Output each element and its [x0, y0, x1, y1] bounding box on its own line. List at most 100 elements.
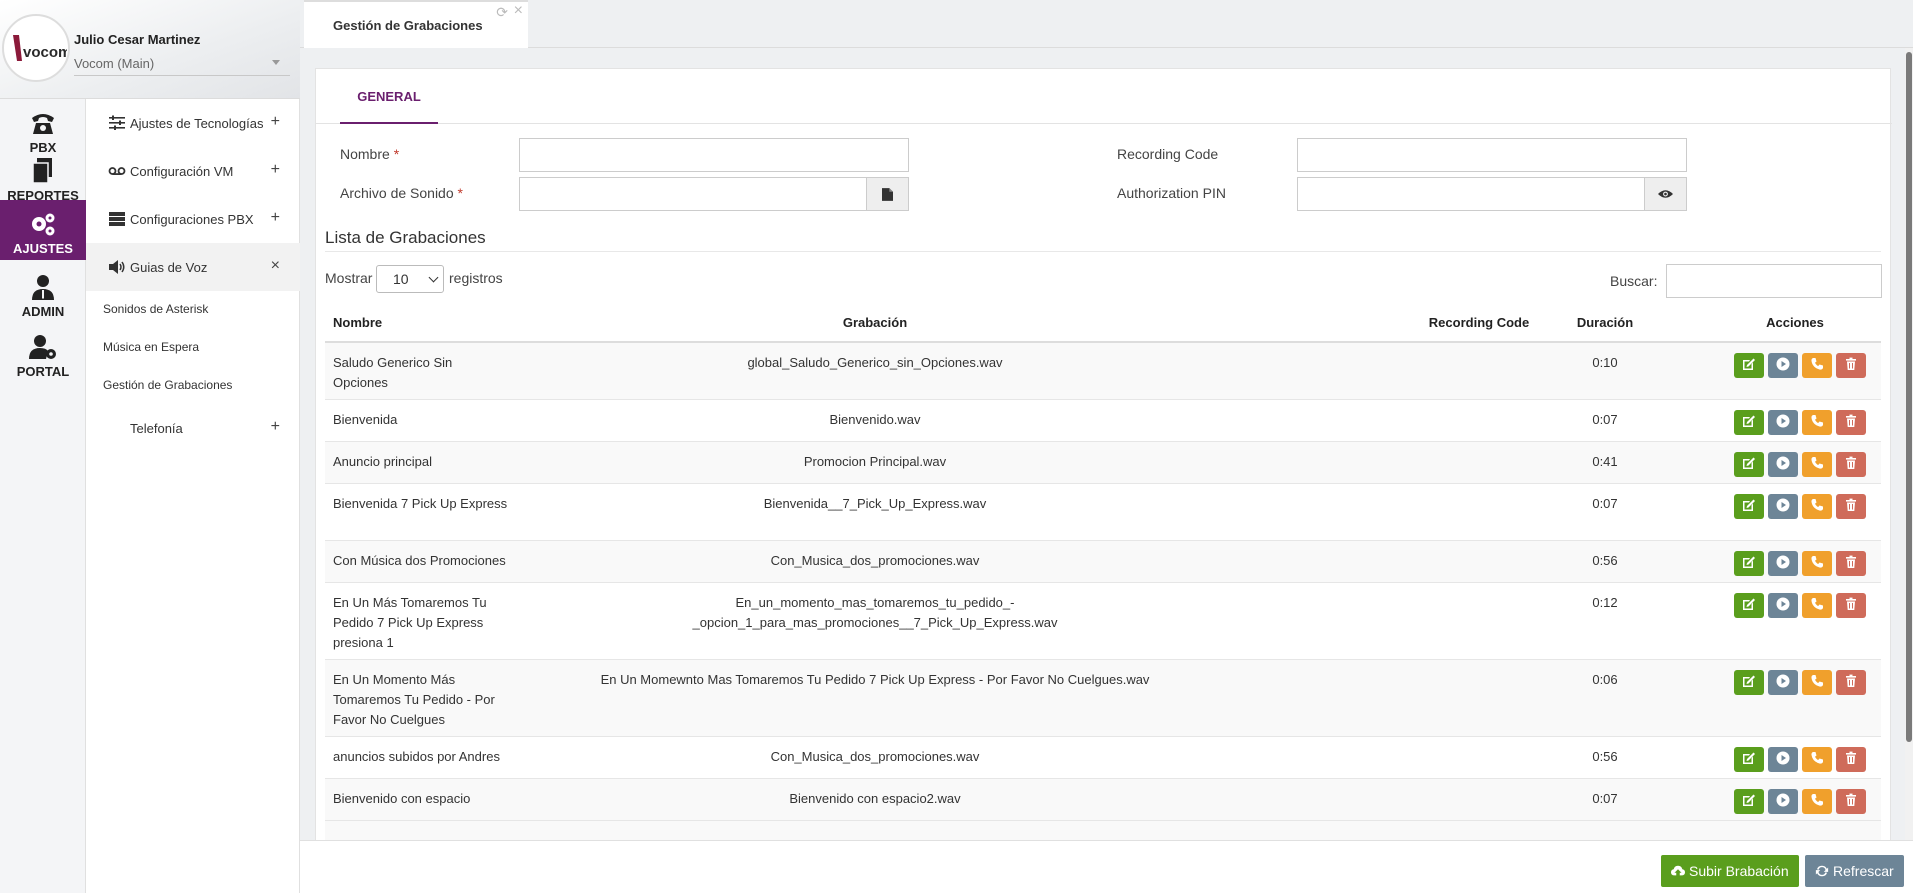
delete-button[interactable]	[1836, 353, 1866, 378]
play-button[interactable]	[1768, 551, 1798, 576]
submenu-item-telefonia[interactable]: Telefonía +	[86, 404, 300, 452]
avatar[interactable]: vocom	[2, 14, 70, 82]
records-label: registros	[449, 270, 503, 286]
submenu-label: Telefonía	[130, 420, 183, 436]
call-button[interactable]	[1802, 593, 1832, 618]
play-button[interactable]	[1768, 747, 1798, 772]
edit-button[interactable]	[1734, 410, 1764, 435]
call-button[interactable]	[1802, 789, 1832, 814]
delete-button[interactable]	[1836, 670, 1866, 695]
delete-button[interactable]	[1836, 593, 1866, 618]
submenu-leaf-sonidos-asterisk[interactable]: Sonidos de Asterisk	[103, 302, 208, 316]
expand-icon[interactable]: +	[271, 209, 280, 227]
edit-button[interactable]	[1734, 494, 1764, 519]
expand-icon[interactable]: +	[271, 418, 280, 436]
call-button[interactable]	[1802, 551, 1832, 576]
upload-recording-button[interactable]: Subir Brabación	[1661, 855, 1799, 887]
submenu-leaf-musica-espera[interactable]: Música en Espera	[103, 340, 199, 354]
archivo-sonido-input[interactable]	[519, 177, 909, 211]
header-duracion[interactable]: Duración	[1545, 305, 1665, 341]
trash-icon	[1844, 751, 1858, 768]
tab-gestion-grabaciones[interactable]: Gestión de Grabaciones ⟳ ×	[304, 0, 528, 48]
nombre-input[interactable]	[519, 138, 909, 172]
edit-button[interactable]	[1734, 789, 1764, 814]
edit-button[interactable]	[1734, 670, 1764, 695]
main-panel: GENERAL Nombre * Archivo de Sonido * Rec…	[315, 68, 1892, 893]
expand-icon[interactable]: +	[271, 161, 280, 179]
play-button[interactable]	[1768, 593, 1798, 618]
cell-nombre: Saludo Generico Sin Opciones	[333, 355, 453, 390]
call-button[interactable]	[1802, 452, 1832, 477]
edit-button[interactable]	[1734, 593, 1764, 618]
play-button[interactable]	[1768, 789, 1798, 814]
cell-duracion: 0:07	[1592, 412, 1618, 427]
edit-icon	[1742, 597, 1756, 614]
edit-button[interactable]	[1734, 551, 1764, 576]
delete-button[interactable]	[1836, 410, 1866, 435]
svg-text:vocom: vocom	[23, 44, 67, 61]
close-icon[interactable]: ×	[514, 2, 523, 20]
expand-icon[interactable]: +	[271, 113, 280, 131]
call-button[interactable]	[1802, 410, 1832, 435]
delete-button[interactable]	[1836, 789, 1866, 814]
play-button[interactable]	[1768, 410, 1798, 435]
submenu-item-guias-de-voz[interactable]: Guias de Voz ×	[86, 243, 300, 291]
cell-grabacion: Bienvenido.wav	[829, 412, 921, 427]
play-button[interactable]	[1768, 494, 1798, 519]
call-button[interactable]	[1802, 353, 1832, 378]
edit-button[interactable]	[1734, 747, 1764, 772]
refresh-button[interactable]: Refrescar	[1805, 855, 1904, 887]
submenu-item-configuracion-vm[interactable]: Configuración VM +	[86, 147, 300, 195]
row-actions	[1734, 593, 1866, 618]
cell-grabacion: Con_Musica_dos_promociones.wav	[770, 749, 980, 764]
header-grabacion[interactable]: Grabación	[585, 305, 1165, 341]
edit-button[interactable]	[1734, 452, 1764, 477]
phone-icon	[1810, 498, 1824, 515]
trash-icon	[1844, 597, 1858, 614]
cell-duracion: 0:56	[1592, 553, 1618, 568]
toggle-pin-visibility-button[interactable]	[1644, 178, 1686, 210]
refresh-icon	[1815, 865, 1829, 877]
refresh-tab-icon[interactable]: ⟳	[496, 4, 508, 21]
tab-title: Gestión de Grabaciones	[333, 18, 483, 33]
play-button[interactable]	[1768, 353, 1798, 378]
delete-button[interactable]	[1836, 452, 1866, 477]
auth-pin-input[interactable]	[1297, 177, 1687, 211]
call-button[interactable]	[1802, 494, 1832, 519]
divider	[325, 251, 1881, 252]
table-row: En Un Más Tomaremos Tu Pedido 7 Pick Up …	[325, 583, 1881, 660]
trash-icon	[1844, 456, 1858, 473]
rail-item-ajustes[interactable]: AJUSTES	[0, 200, 86, 260]
rail-item-portal[interactable]: PORTAL	[0, 323, 86, 396]
header-nombre[interactable]: Nombre	[333, 305, 382, 341]
phone-icon	[1810, 357, 1824, 374]
edit-icon	[1742, 357, 1756, 374]
cell-grabacion: Bienvenido con espacio2.wav	[789, 791, 961, 806]
row-actions	[1734, 410, 1866, 435]
submenu-item-ajustes-tecnologias[interactable]: Ajustes de Tecnologías +	[86, 99, 300, 147]
scrollbar-thumb[interactable]	[1906, 52, 1912, 742]
tab-general[interactable]: GENERAL	[340, 69, 438, 124]
cell-nombre: En Un Más Tomaremos Tu Pedido 7 Pick Up …	[333, 595, 487, 650]
account-select[interactable]: Vocom (Main)	[74, 56, 290, 76]
trash-icon	[1844, 498, 1858, 515]
edit-button[interactable]	[1734, 353, 1764, 378]
chevron-down-icon	[428, 272, 439, 283]
call-button[interactable]	[1802, 670, 1832, 695]
play-button[interactable]	[1768, 452, 1798, 477]
delete-button[interactable]	[1836, 494, 1866, 519]
delete-button[interactable]	[1836, 747, 1866, 772]
submenu-item-configuraciones-pbx[interactable]: Configuraciones PBX +	[86, 195, 300, 243]
sliders-icon	[108, 115, 126, 131]
file-browse-button[interactable]	[866, 178, 908, 210]
header-recording-code[interactable]: Recording Code	[1399, 305, 1559, 341]
call-button[interactable]	[1802, 747, 1832, 772]
edit-icon	[1742, 751, 1756, 768]
play-button[interactable]	[1768, 670, 1798, 695]
recording-code-input[interactable]	[1297, 138, 1687, 172]
search-input[interactable]	[1666, 264, 1882, 298]
page-size-select[interactable]: 10	[376, 265, 444, 293]
submenu-leaf-gestion-grabaciones[interactable]: Gestión de Grabaciones	[103, 378, 232, 392]
collapse-icon[interactable]: ×	[271, 257, 280, 275]
delete-button[interactable]	[1836, 551, 1866, 576]
